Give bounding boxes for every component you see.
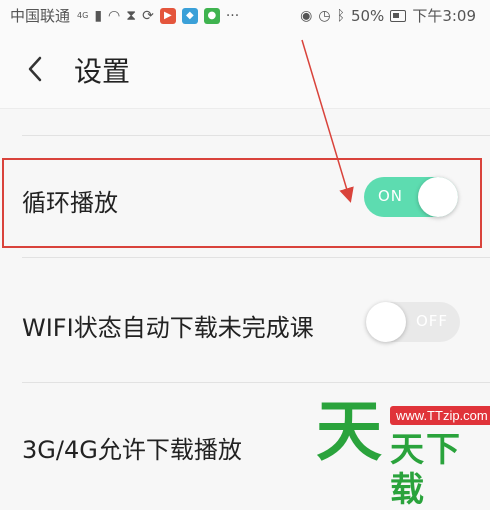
watermark-site: www.TTzip.com [390,406,490,425]
watermark-text: 天下载 [390,430,462,510]
watermark-logo: 天 www.TTzip.com 天下载 [310,394,490,510]
watermark-big-char: 天 [316,393,382,470]
